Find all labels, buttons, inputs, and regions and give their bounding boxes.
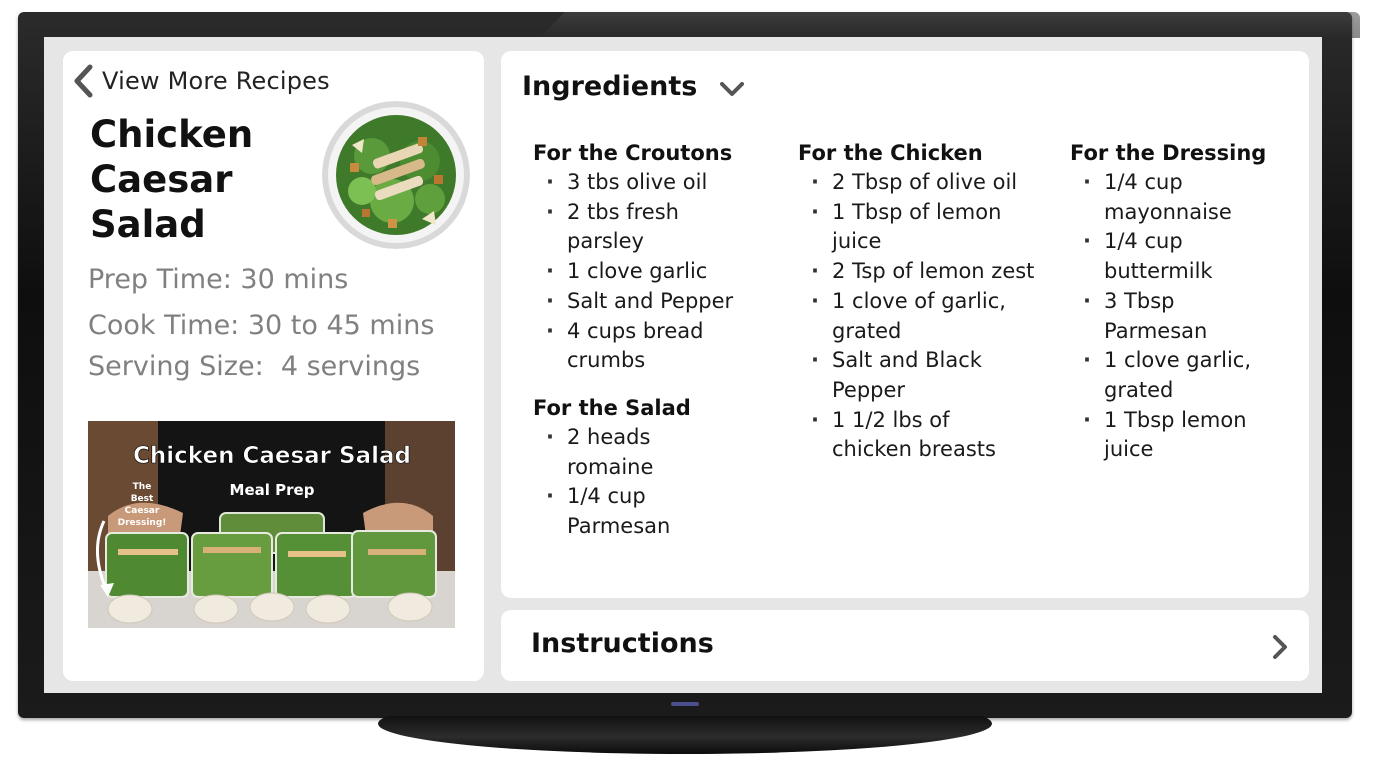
ingredient-group-heading: For the Dressing bbox=[1070, 141, 1267, 165]
chevron-left-icon bbox=[74, 64, 93, 98]
chevron-right-icon[interactable] bbox=[1270, 633, 1290, 661]
ingredient-item: 4 cups bread crumbs bbox=[533, 317, 743, 376]
ingredients-title: Ingredients bbox=[522, 71, 698, 102]
ingredient-item: 1 clove of garlic, grated bbox=[798, 287, 1036, 346]
ingredient-item: 1/4 cup Parmesan bbox=[533, 482, 703, 541]
prep-time: Prep Time: 30 mins bbox=[88, 264, 349, 295]
ingredient-group-heading: For the Croutons bbox=[533, 141, 733, 165]
tv-power-led bbox=[671, 702, 699, 706]
video-title: Chicken Caesar Salad bbox=[133, 443, 411, 469]
instructions-title: Instructions bbox=[531, 628, 714, 659]
ingredient-item: Salt and Black Pepper bbox=[798, 346, 1036, 405]
recipe-title: Chicken Caesar Salad bbox=[90, 113, 254, 246]
ingredient-item: 1 1/2 lbs of chicken breasts bbox=[798, 406, 1036, 465]
ingredient-item: 1 clove garlic bbox=[533, 257, 743, 287]
ingredients-column-1: For the Croutons 3 tbs olive oil 2 tbs f… bbox=[533, 138, 773, 542]
video-badge-line-4: Dressing! bbox=[118, 518, 167, 528]
ingredient-group-croutons: For the Croutons 3 tbs olive oil 2 tbs f… bbox=[533, 138, 773, 376]
ingredient-group-salad: For the Salad 2 heads romaine 1/4 cup Pa… bbox=[533, 393, 773, 542]
meal-prep-video-thumbnail[interactable]: Chicken Caesar Salad Meal Prep The Best … bbox=[88, 421, 455, 628]
ingredient-item: 1 Tbsp of lemon juice bbox=[798, 198, 1036, 257]
ingredient-group-heading: For the Salad bbox=[533, 395, 691, 420]
video-badge-line-3: Caesar bbox=[125, 506, 160, 516]
ingredients-column-2: For the Chicken 2 Tbsp of olive oil 1 Tb… bbox=[798, 138, 1038, 465]
ingredient-item: 2 tbs fresh parsley bbox=[533, 198, 743, 257]
view-more-recipes-label: View More Recipes bbox=[102, 67, 330, 95]
tv-stand bbox=[378, 716, 992, 754]
salad-photo bbox=[322, 101, 470, 249]
ingredient-item: 2 Tbsp of olive oil bbox=[798, 168, 1036, 198]
chevron-down-icon[interactable] bbox=[718, 80, 746, 100]
ingredient-group-dressing: For the Dressing 1/4 cup mayonnaise 1/4 … bbox=[1070, 138, 1290, 465]
ingredients-column-3: For the Dressing 1/4 cup mayonnaise 1/4 … bbox=[1070, 138, 1290, 465]
ingredient-item: 1/4 cup buttermilk bbox=[1070, 227, 1268, 286]
video-badge-line-2: Best bbox=[131, 494, 154, 504]
ingredient-item: 2 heads romaine bbox=[533, 423, 703, 482]
ingredient-item: 1 clove garlic, grated bbox=[1070, 346, 1268, 405]
tv-bezel-highlight bbox=[540, 12, 1360, 38]
ingredient-group-heading: For the Chicken bbox=[798, 141, 983, 165]
ingredient-item: 3 Tbsp Parmesan bbox=[1070, 287, 1268, 346]
ingredient-item: 1 Tbsp lemon juice bbox=[1070, 406, 1268, 465]
view-more-recipes-link[interactable]: View More Recipes bbox=[72, 64, 330, 98]
ingredient-item: 1/4 cup mayonnaise bbox=[1070, 168, 1268, 227]
ingredient-item: 3 tbs olive oil bbox=[533, 168, 743, 198]
serving-size: Serving Size: 4 servings bbox=[88, 351, 421, 382]
video-subtitle: Meal Prep bbox=[230, 481, 315, 499]
cook-time: Cook Time: 30 to 45 mins bbox=[88, 310, 435, 341]
ingredient-item: 2 Tsp of lemon zest bbox=[798, 257, 1036, 287]
video-badge-line-1: The bbox=[133, 482, 152, 492]
ingredient-item: Salt and Pepper bbox=[533, 287, 743, 317]
ingredient-group-chicken: For the Chicken 2 Tbsp of olive oil 1 Tb… bbox=[798, 138, 1038, 465]
